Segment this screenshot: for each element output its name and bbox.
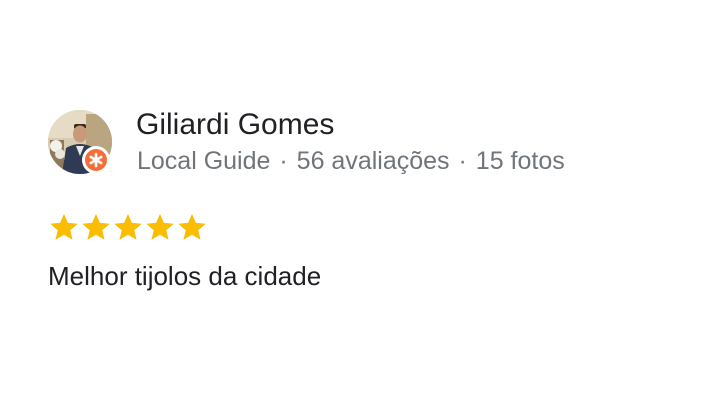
star-icon xyxy=(50,213,78,240)
author-name[interactable]: Giliardi Gomes xyxy=(136,106,334,144)
meta-separator: · xyxy=(458,147,467,175)
avatar[interactable] xyxy=(48,110,112,174)
star-icon xyxy=(82,213,110,240)
reviews-count: 56 avaliações xyxy=(296,147,450,175)
review-card: Giliardi Gomes Local Guide · 56 avaliaçõ… xyxy=(0,0,703,400)
star-icon xyxy=(114,213,142,240)
local-guide-star-icon xyxy=(85,149,107,171)
star-icon xyxy=(146,213,174,240)
star-rating xyxy=(48,211,208,243)
photos-count: 15 fotos xyxy=(475,147,565,175)
review-text: Melhor tijolos da cidade xyxy=(48,261,322,291)
author-meta: Local Guide · 56 avaliações · 15 fotos xyxy=(137,144,565,178)
star-icon xyxy=(178,213,206,240)
meta-separator: · xyxy=(279,147,288,175)
local-guide-label: Local Guide xyxy=(137,147,271,175)
local-guide-badge xyxy=(82,146,110,174)
